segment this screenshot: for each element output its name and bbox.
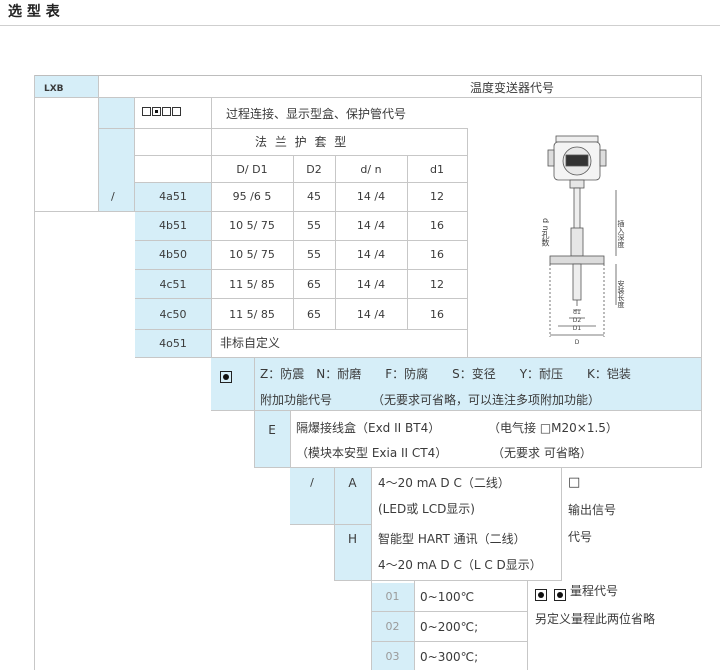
transmitter-title: 温度变送器代号 <box>470 81 555 95</box>
connection-label: 过程连接、显示型盒、保护管代号 <box>226 107 407 121</box>
output-code-label: 代号 <box>568 530 593 544</box>
code-box-icon <box>172 107 181 116</box>
housing-line1-right: （电气接 □M20×1.5） <box>488 421 618 435</box>
range-value: 0~200℃; <box>420 620 479 634</box>
drawing-label-holes: d n孔数 <box>541 218 550 247</box>
range-code: 02 <box>385 620 400 633</box>
table-cell: 12 <box>430 278 444 291</box>
code-box-icon <box>162 107 171 116</box>
table-cell: 14 /4 <box>356 308 386 321</box>
page-heading: 选 型 表 <box>8 4 60 20</box>
model-code: LXB <box>44 84 64 94</box>
drawing-label-insert: 插入深度 <box>617 220 625 248</box>
table-cell: 65 <box>307 278 321 291</box>
table-cell: 12 <box>430 190 444 203</box>
table-row-code: 4c51 <box>159 278 187 291</box>
range-code: 01 <box>385 590 400 603</box>
drawing-label-D1: D1 <box>573 325 582 332</box>
housing-line2-right: （无要求 可省略） <box>492 446 592 460</box>
output-a-line2: (LED或 LCD显示) <box>378 502 475 516</box>
additional-note: （无要求可省略，可以连注多项附加功能） <box>372 393 601 407</box>
output-h-line1: 智能型 HART 通讯（二线） <box>378 532 526 546</box>
table-cell: 16 <box>430 248 444 261</box>
table-cell: 65 <box>307 308 321 321</box>
range-label: 量程代号 <box>570 584 619 598</box>
range-value: 0~300℃; <box>420 650 479 664</box>
range-bullet-icons <box>535 584 567 603</box>
table-cell: 14 /4 <box>356 219 386 232</box>
table-cell: 16 <box>430 308 444 321</box>
range-code: 03 <box>385 650 400 663</box>
table-cell: 10 5/ 75 <box>229 248 275 261</box>
output-h-line2: 4～20 mA D C（L C D显示） <box>378 558 542 572</box>
output-code-box: □ <box>568 475 581 490</box>
table-row-code: 4o51 <box>159 337 187 350</box>
slash-column-bg <box>98 98 134 211</box>
housing-code-bg <box>254 411 290 468</box>
table-row-code: 4b51 <box>159 219 187 232</box>
output-code-h: H <box>347 532 358 546</box>
column-header-d2: D2 <box>306 163 322 176</box>
additional-options: Z：防震 N：耐磨 F：防腐 S：变径 Y：耐压 K：铠装 <box>260 367 631 381</box>
output-a-line1: 4～20 mA D C（二线） <box>378 476 510 490</box>
table-cell: 14 /4 <box>356 248 386 261</box>
table-cell: 95 /6 5 <box>232 190 272 203</box>
range-value: 0~100℃ <box>420 590 475 604</box>
drawing-label-length: 安装长度 <box>617 280 625 308</box>
connection-slash: / <box>111 190 115 203</box>
table-cell: 14 /4 <box>356 278 386 291</box>
table-cell: 11 5/ 85 <box>229 308 275 321</box>
table-cell: 45 <box>307 190 321 203</box>
table-cell: 55 <box>307 219 321 232</box>
table-row-code: 4c50 <box>159 308 187 321</box>
table-cell: 11 5/ 85 <box>229 278 275 291</box>
bullet-box-icon <box>554 589 567 601</box>
output-code-a: A <box>348 476 357 490</box>
output-slash: / <box>310 476 314 489</box>
table-cell: 10 5/ 75 <box>229 219 275 232</box>
additional-label: 附加功能代号 <box>260 393 333 407</box>
code-box-filled-icon <box>152 107 161 116</box>
table-cell: 55 <box>307 248 321 261</box>
range-note: 另定义量程此两位省略 <box>535 612 656 626</box>
table-frame <box>34 75 702 76</box>
table-row-code: 4b50 <box>159 248 187 261</box>
column-header-d-d1: D/ D1 <box>236 163 268 176</box>
bullet-box-icon <box>220 371 232 383</box>
drawing-label-d2: D2 <box>573 317 582 324</box>
housing-code: E <box>268 423 276 437</box>
drawing-label-d1: d1 <box>573 309 581 316</box>
flange-title: 法 兰 护 套 型 <box>255 135 349 149</box>
housing-line1: 隔爆接线盒（Exd II BT4） <box>296 421 441 435</box>
custom-spec: 非标自定义 <box>220 336 281 350</box>
table-cell: 16 <box>430 219 444 232</box>
bullet-box-icon <box>535 589 547 601</box>
housing-line2: （模块本安型 Exia II CT4） <box>296 446 448 460</box>
connection-code-boxes <box>142 107 182 122</box>
additional-bullet-icon <box>220 366 232 385</box>
code-box-icon <box>142 107 151 116</box>
column-header-dn: d/ n <box>360 163 382 176</box>
output-signal-label: 输出信号 <box>568 503 617 517</box>
heading-divider <box>0 25 720 26</box>
drawing-label-D: D <box>575 339 580 346</box>
table-row-code: 4a51 <box>159 190 187 203</box>
table-cell: 14 /4 <box>356 190 386 203</box>
column-header-d1: d1 <box>430 163 444 176</box>
